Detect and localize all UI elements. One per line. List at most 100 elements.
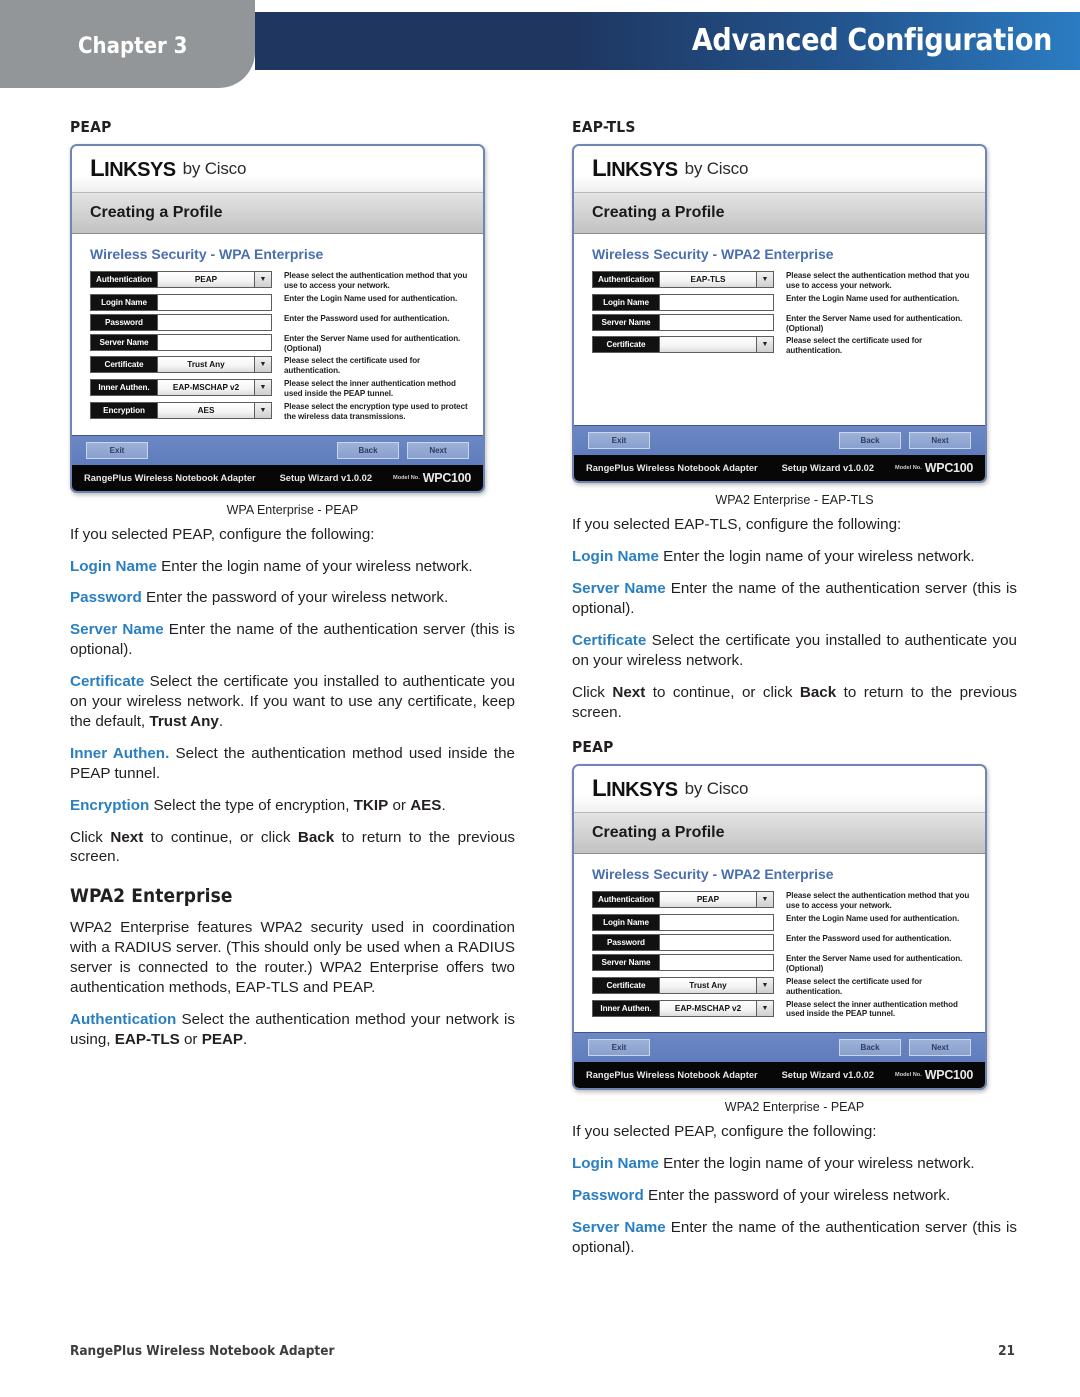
wizard-form-row: Authentication EAP-TLS ▼ Please select the … <box>592 271 973 291</box>
wizard-control[interactable]: Password <box>90 313 272 331</box>
wizard-field-label: Certificate <box>593 337 659 353</box>
wizard-control[interactable]: Certificate ▼ <box>592 336 774 354</box>
emphasis-text: EAP-TLS <box>114 1030 180 1048</box>
definition-term: Server Name <box>572 579 666 597</box>
wizard-text-input[interactable] <box>659 915 773 931</box>
definition-term: Inner Authen. <box>70 744 170 762</box>
wizard-control[interactable]: Authentication PEAP ▼ <box>90 271 272 288</box>
definition-term: Login Name <box>572 548 659 566</box>
wizard-control[interactable]: Server Name <box>592 954 774 972</box>
wizard-select-value[interactable] <box>659 337 756 353</box>
wpa2-enterprise-paragraph: WPA2 Enterprise features WPA2 security u… <box>70 919 515 997</box>
back-label: Back <box>297 828 335 846</box>
chevron-down-icon[interactable]: ▼ <box>756 272 773 287</box>
wizard-security-heading: Wireless Security - WPA2 Enterprise <box>592 246 834 262</box>
chevron-down-icon[interactable]: ▼ <box>756 892 773 908</box>
wizard-form-row: Certificate Trust Any ▼ Please select the c… <box>90 356 471 376</box>
wizard-title: Creating a Profile <box>90 204 223 221</box>
chevron-down-icon[interactable]: ▼ <box>254 357 271 373</box>
chapter-label: Chapter 3 <box>78 34 188 59</box>
next-button[interactable]: Next <box>909 432 971 450</box>
wizard-control[interactable]: Login Name <box>592 293 774 311</box>
wizard-logo-bar: LINKSYS by Cisco <box>574 146 985 192</box>
wizard-select-value[interactable]: PEAP <box>659 892 756 908</box>
status-adapter: RangePlus Wireless Notebook Adapter <box>586 463 758 474</box>
definition-paragraph: Server Name Enter the name of the authen… <box>572 579 1017 617</box>
chevron-down-icon[interactable]: ▼ <box>254 272 271 287</box>
wizard-control[interactable]: Server Name <box>592 313 774 331</box>
back-button[interactable]: Back <box>839 432 901 450</box>
wizard-form-row: Authentication PEAP ▼ Please select the aut… <box>90 271 471 291</box>
page-header: Advanced Configuration Chapter 3 <box>0 0 1080 88</box>
wizard-footer: Exit Back Next <box>72 434 483 465</box>
wizard-control[interactable]: Login Name <box>90 293 272 311</box>
wizard-control[interactable]: Authentication PEAP ▼ <box>592 891 774 909</box>
wizard-control[interactable]: Password <box>592 934 774 952</box>
definition-paragraph: Inner Authen. Select the authentication … <box>70 744 515 782</box>
wizard-field-label: Authentication <box>593 892 659 908</box>
wizard-text-input[interactable] <box>157 294 271 310</box>
wizard-help-text: Enter the Password used for authenticati… <box>284 313 450 323</box>
wizard-select-value[interactable]: EAP-TLS <box>659 272 756 287</box>
exit-button[interactable]: Exit <box>588 1039 650 1057</box>
wizard-control[interactable]: Inner Authen. EAP-MSCHAP v2 ▼ <box>592 999 774 1017</box>
definition-paragraph: Server Name Enter the name of the authen… <box>572 1219 1017 1256</box>
wizard-form-rows: Authentication EAP-TLS ▼ Please select the … <box>592 271 973 359</box>
wizard-select-value[interactable]: PEAP <box>157 272 254 287</box>
wizard-control[interactable]: Inner Authen. EAP-MSCHAP v2 ▼ <box>90 379 272 397</box>
wizard-select-value[interactable]: AES <box>157 402 254 418</box>
wizard-text-input[interactable] <box>659 314 773 330</box>
wizard-control[interactable]: Encryption AES ▼ <box>90 401 272 419</box>
by-cisco-label: by Cisco <box>684 779 749 799</box>
wizard-control[interactable]: Login Name <box>592 914 774 932</box>
wizard-control[interactable]: Certificate Trust Any ▼ <box>592 976 774 994</box>
wizard-field-label: Server Name <box>91 334 157 350</box>
back-button[interactable]: Back <box>839 1039 901 1057</box>
wizard-select-value[interactable]: EAP-MSCHAP v2 <box>659 1000 756 1016</box>
wizard-form-row: Password Enter the Password used for auth… <box>592 934 973 952</box>
document-page: Advanced Configuration Chapter 3 PEAP LI… <box>0 0 1080 1397</box>
exit-button[interactable]: Exit <box>86 441 148 459</box>
emphasis-text: PEAP <box>201 1030 244 1048</box>
chevron-down-icon[interactable]: ▼ <box>756 337 773 353</box>
wizard-field-label: Server Name <box>593 955 659 971</box>
wizard-text-input[interactable] <box>157 314 271 330</box>
wizard-form-row: Server Name Enter the Server Name used fo… <box>90 333 471 354</box>
wizard-footer: Exit Back Next <box>574 425 985 456</box>
wizard-help-text: Please select the authentication method … <box>284 271 468 290</box>
wizard-text-input[interactable] <box>157 334 271 350</box>
chevron-down-icon[interactable]: ▼ <box>254 380 271 396</box>
wizard-form-row: Login Name Enter the Login Name used for … <box>592 914 973 932</box>
wizard-security-heading: Wireless Security - WPA2 Enterprise <box>592 866 834 883</box>
wizard-select-value[interactable]: EAP-MSCHAP v2 <box>157 380 254 396</box>
wizard-form-row: Certificate Trust Any ▼ Please select the c… <box>592 976 973 997</box>
wizard-text-input[interactable] <box>659 935 773 951</box>
linksys-logo: LINKSYS <box>592 155 678 182</box>
wizard-text-input[interactable] <box>659 294 773 310</box>
status-wizard: Setup Wizard v1.0.02 <box>781 1070 875 1081</box>
by-cisco-label: by Cisco <box>684 159 749 178</box>
wizard-form-row: Encryption AES ▼ Please select the encrypti… <box>90 401 471 422</box>
chevron-down-icon[interactable]: ▼ <box>756 1000 773 1016</box>
wizard-select-value[interactable]: Trust Any <box>659 977 756 993</box>
next-button[interactable]: Next <box>909 1039 971 1057</box>
chevron-down-icon[interactable]: ▼ <box>254 402 271 418</box>
wizard-control[interactable]: Certificate Trust Any ▼ <box>90 356 272 374</box>
figure-caption: WPA2 Enterprise - EAP-TLS <box>715 493 874 508</box>
definition-term: Certificate <box>572 631 647 649</box>
wizard-select-value[interactable]: Trust Any <box>157 357 254 373</box>
wizard-control[interactable]: Server Name <box>90 333 272 351</box>
wizard-help-text: Enter the Login Name used for authentica… <box>786 914 960 924</box>
wizard-help-text: Please select the authentication method … <box>786 891 970 911</box>
wizard-field-label: Certificate <box>593 977 659 993</box>
exit-button[interactable]: Exit <box>588 432 650 450</box>
next-button[interactable]: Next <box>407 441 469 459</box>
back-button[interactable]: Back <box>337 441 399 459</box>
chevron-down-icon[interactable]: ▼ <box>756 977 773 993</box>
wizard-text-input[interactable] <box>659 955 773 971</box>
right-intro-paragraph: If you selected EAP-TLS, configure the f… <box>572 516 902 534</box>
header-band: Advanced Configuration <box>255 12 1080 70</box>
figure-wpa2-enterprise-peap: LINKSYS by Cisco Creating a Profile Wire… <box>572 764 1017 1114</box>
wizard-control[interactable]: Authentication EAP-TLS ▼ <box>592 271 774 288</box>
wizard-footer: Exit Back Next <box>574 1032 985 1063</box>
